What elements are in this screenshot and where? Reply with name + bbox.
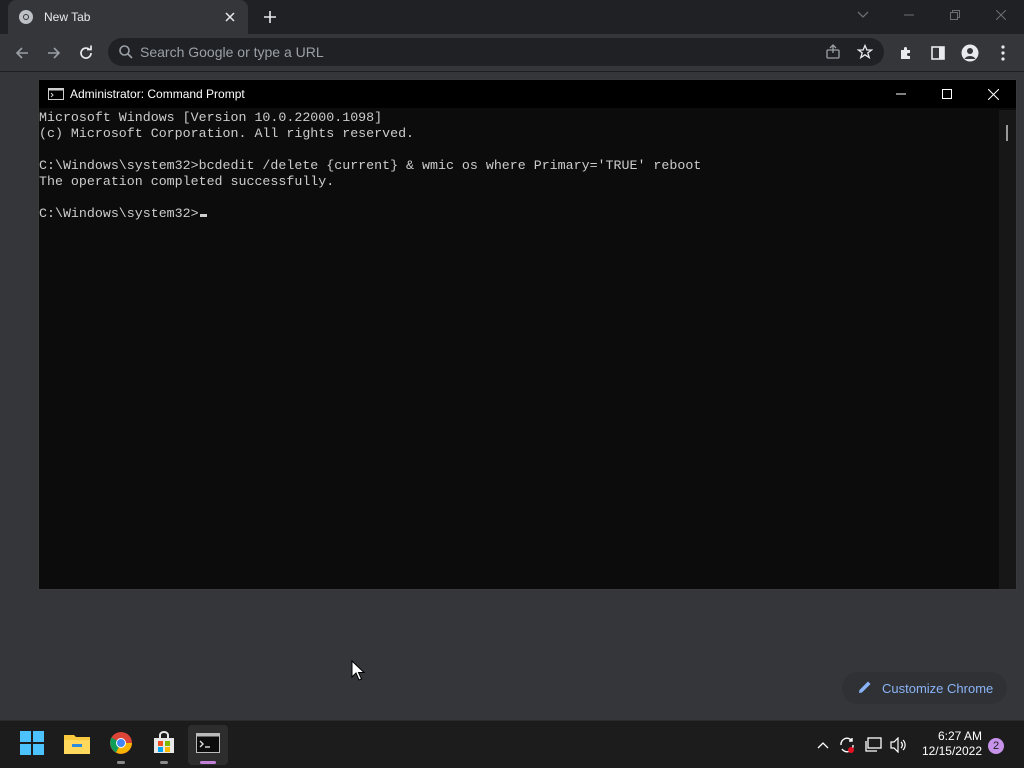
customize-chrome-button[interactable]: Customize Chrome [842,672,1007,704]
tab-strip: New Tab [0,0,1024,34]
scrollbar-thumb[interactable] [1006,125,1008,141]
sync-icon[interactable] [837,735,857,755]
browser-toolbar [0,34,1024,72]
console-scrollbar[interactable] [999,110,1016,589]
console-line: C:\Windows\system32>bcdedit /delete {cur… [39,158,702,173]
volume-icon[interactable] [889,735,909,755]
reload-icon[interactable] [72,39,100,67]
taskbar-command-prompt[interactable] [188,725,228,765]
tab-title: New Tab [44,10,91,24]
taskbar-clock[interactable]: 6:27 AM 12/15/2022 [918,729,982,759]
console-prompt-line[interactable]: C:\Windows\system32> [39,206,999,222]
bookmark-star-icon[interactable] [854,42,876,62]
cmd-close-icon[interactable] [970,80,1016,108]
taskbar-microsoft-store[interactable] [144,725,184,765]
taskbar-file-explorer[interactable] [57,725,97,765]
console-prompt: C:\Windows\system32> [39,206,199,221]
tab-search-icon[interactable] [840,0,886,30]
text-cursor [199,214,207,217]
chrome-favicon-icon [18,9,34,25]
extensions-icon[interactable] [892,39,920,67]
search-icon [118,44,134,60]
minimize-icon[interactable] [886,0,932,30]
close-window-icon[interactable] [978,0,1024,30]
omnibox-input[interactable] [140,42,780,62]
chrome-icon [109,731,133,760]
start-button[interactable] [12,725,52,765]
taskbar: 6:27 AM 12/15/2022 2 [0,720,1024,768]
command-prompt-icon [48,88,64,100]
side-panel-icon[interactable] [924,39,952,67]
running-indicator [117,761,125,764]
share-icon[interactable] [822,42,844,62]
console-line: The operation completed successfully. [39,174,335,189]
taskbar-chrome[interactable] [101,725,141,765]
microsoft-store-icon [152,730,176,760]
forward-icon[interactable] [40,39,68,67]
mouse-pointer-icon [351,659,366,682]
customize-chrome-label: Customize Chrome [882,680,994,696]
start-icon [20,730,44,760]
cmd-titlebar[interactable]: Administrator: Command Prompt [39,80,1016,108]
file-explorer-icon [64,732,90,759]
chrome-menu-icon[interactable] [989,39,1017,67]
tab-new-tab[interactable]: New Tab [8,0,248,34]
cmd-window-title: Administrator: Command Prompt [70,87,245,101]
browser-window-controls [840,0,1024,34]
command-prompt-icon [196,732,220,758]
clock-date: 12/15/2022 [921,744,982,758]
back-icon[interactable] [8,39,36,67]
console-output[interactable]: Microsoft Windows [Version 10.0.22000.10… [39,110,999,589]
restore-icon[interactable] [932,0,978,30]
chevron-up-icon[interactable] [813,735,833,755]
console-line: (c) Microsoft Corporation. All rights re… [39,126,415,141]
cmd-maximize-icon[interactable] [924,80,970,108]
cmd-minimize-icon[interactable] [878,80,924,108]
notification-badge[interactable]: 2 [988,738,1004,754]
clock-time: 6:27 AM [937,729,982,743]
network-icon[interactable] [864,735,884,755]
omnibox[interactable] [108,38,884,66]
close-tab-icon[interactable] [222,9,238,25]
profile-avatar-icon[interactable] [956,39,984,67]
active-indicator [200,761,216,764]
console-line: Microsoft Windows [Version 10.0.22000.10… [39,110,383,125]
new-tab-button[interactable] [258,6,282,28]
pencil-icon [858,680,874,696]
running-indicator [160,761,168,764]
command-prompt-window[interactable]: Administrator: Command Prompt Microsoft … [38,79,1017,590]
